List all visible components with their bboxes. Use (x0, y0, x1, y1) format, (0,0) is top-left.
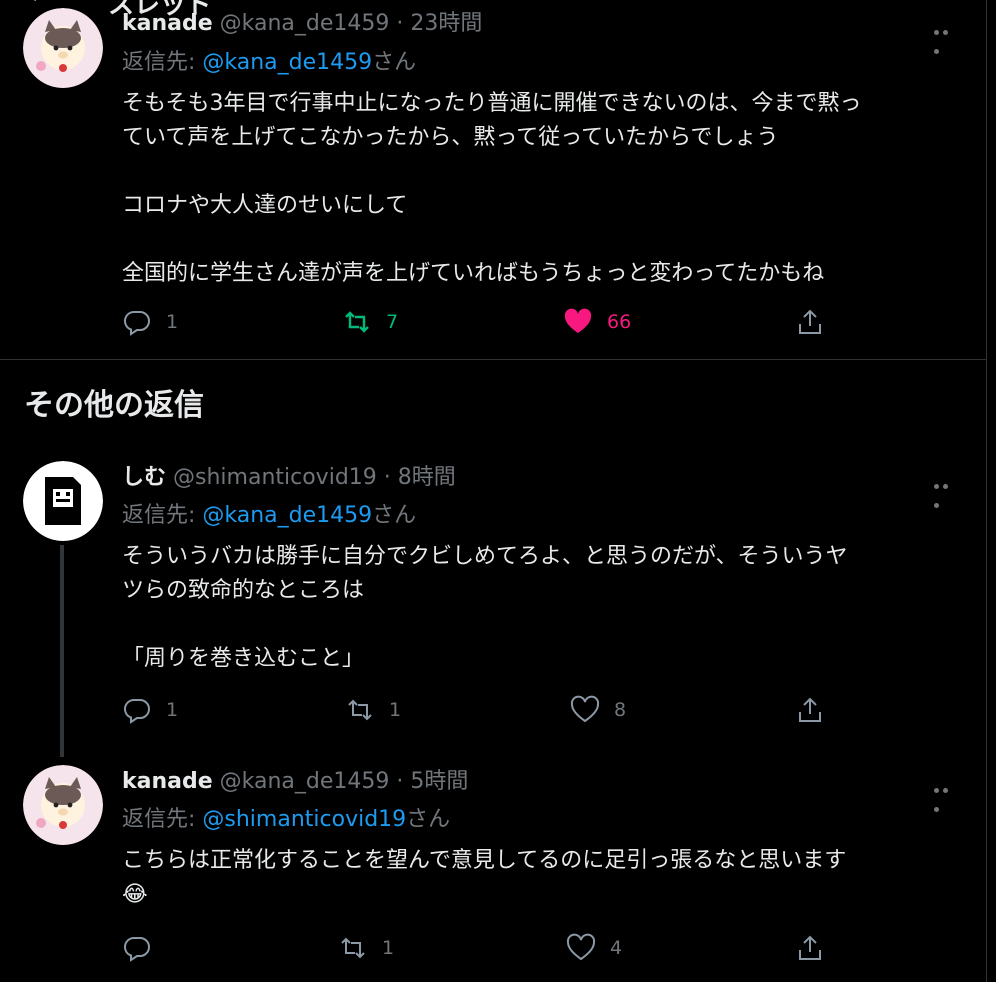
tweet-text: そもそも3年目で行事中止になったり普通に開催できないのは、今まで黙っ ていて声を… (122, 91, 862, 286)
reply-button[interactable]: 1 (122, 307, 178, 337)
author-name[interactable]: kanade (122, 769, 213, 794)
more-options-icon[interactable] (934, 20, 960, 54)
tweet-time[interactable]: · 8時間 (384, 465, 456, 490)
reply-count: 1 (166, 311, 179, 333)
tweet-text: そういうバカは勝手に自分でクビしめてろよ、と思うのだが、そういうヤ ツらの致命的… (122, 544, 848, 671)
share-button[interactable] (795, 695, 825, 725)
tweet-time[interactable]: · 23時間 (396, 11, 482, 36)
share-button[interactable] (795, 307, 825, 337)
cat-avatar-icon (23, 8, 103, 88)
column-border (986, 0, 987, 982)
like-count: 4 (610, 937, 623, 959)
retweet-button[interactable]: 7 (342, 307, 398, 337)
retweet-button[interactable]: 1 (345, 695, 401, 725)
retweet-count: 1 (389, 699, 402, 721)
mention-link[interactable]: @kana_de1459 (202, 503, 372, 528)
reply-icon (123, 698, 150, 724)
author-name[interactable]: しむ (122, 465, 166, 490)
reply-count: 1 (166, 699, 179, 721)
retweet-icon (345, 311, 369, 333)
retweet-button[interactable]: 1 (338, 933, 394, 963)
reply-to-line: 返信先: @kana_de1459さん (122, 50, 417, 75)
thread-connector (60, 545, 64, 757)
retweet-icon (348, 699, 372, 721)
tweet-author-line: kanade @kana_de1459 · 5時間 (122, 768, 468, 796)
author-handle[interactable]: @shimanticovid19 (173, 465, 377, 490)
reply-icon (123, 936, 150, 962)
share-button[interactable] (795, 933, 825, 963)
mention-link[interactable]: @shimanticovid19 (202, 807, 406, 832)
tweet-time[interactable]: · 5時間 (396, 769, 468, 794)
sim-card-avatar-icon (23, 461, 103, 541)
retweet-icon (341, 937, 365, 959)
heart-icon (570, 695, 600, 723)
author-name[interactable]: kanade (122, 11, 213, 36)
heart-filled-icon (564, 308, 592, 333)
heart-icon (566, 933, 596, 961)
like-count: 66 (607, 311, 632, 333)
like-button[interactable]: 4 (566, 933, 622, 963)
retweet-count: 7 (386, 311, 399, 333)
retweet-count: 1 (382, 937, 395, 959)
cat-avatar-icon (23, 765, 103, 845)
tweet-text: こちらは正常化することを望んで意見してるのに足引っ張るなと思います 😂 (122, 848, 847, 907)
avatar[interactable] (23, 8, 103, 88)
tweet-author-line: kanade @kana_de1459 · 23時間 (122, 10, 482, 38)
reply-icon (123, 310, 150, 336)
back-arrow-icon[interactable] (24, 0, 52, 10)
reply-to-line: 返信先: @kana_de1459さん (122, 503, 417, 528)
like-button[interactable]: 8 (570, 695, 626, 725)
more-options-icon[interactable] (934, 474, 960, 508)
author-handle[interactable]: @kana_de1459 (220, 769, 390, 794)
share-icon (799, 697, 821, 722)
author-handle[interactable]: @kana_de1459 (220, 11, 390, 36)
tweet-author-line: しむ @shimanticovid19 · 8時間 (122, 464, 456, 492)
share-icon (799, 309, 821, 334)
like-button[interactable]: 66 (563, 307, 631, 337)
divider (0, 359, 986, 360)
reply-to-line: 返信先: @shimanticovid19さん (122, 807, 451, 832)
mention-link[interactable]: @kana_de1459 (202, 50, 372, 75)
more-options-icon[interactable] (934, 778, 960, 812)
section-heading: その他の返信 (24, 388, 204, 423)
like-count: 8 (614, 699, 627, 721)
reply-button[interactable]: 1 (122, 695, 178, 725)
share-icon (799, 935, 821, 960)
avatar[interactable] (23, 765, 103, 845)
reply-button[interactable] (122, 933, 166, 963)
avatar[interactable] (23, 461, 103, 541)
